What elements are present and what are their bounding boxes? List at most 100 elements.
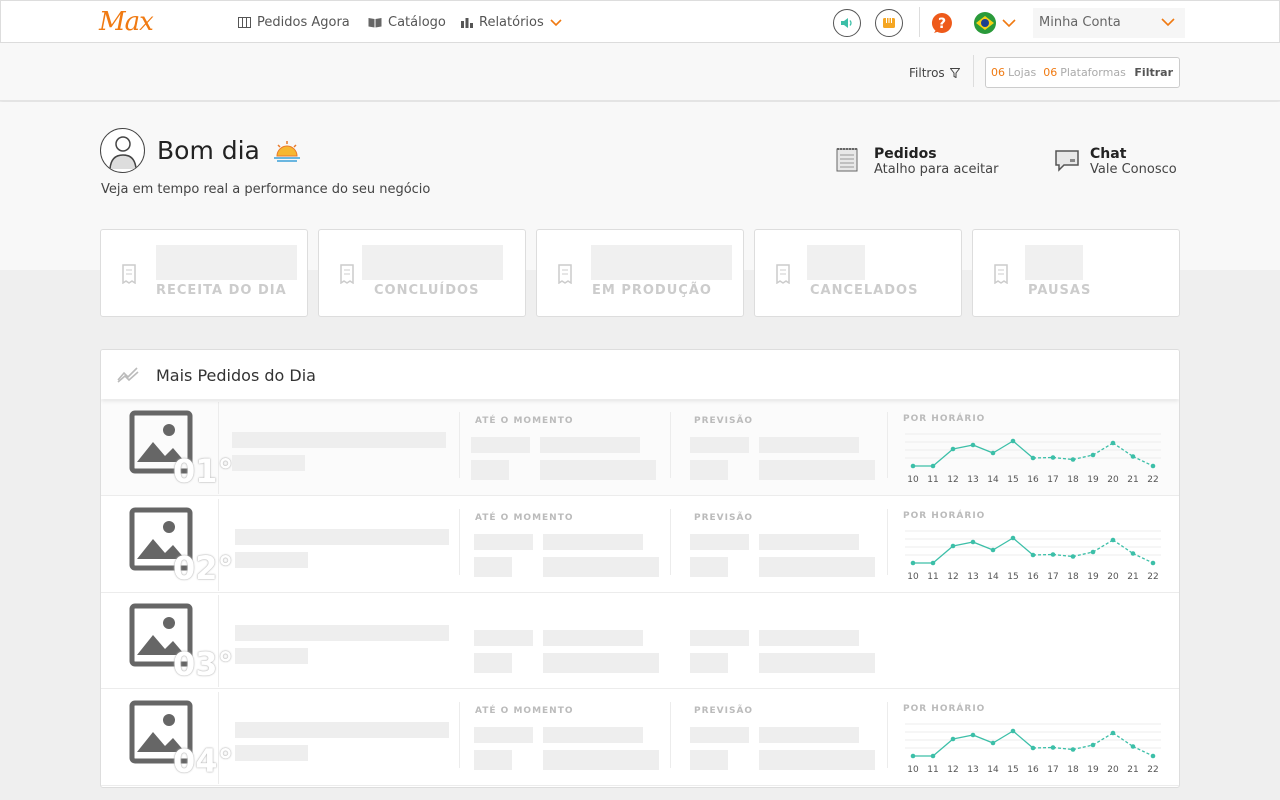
- shortcut-chat[interactable]: Chat Vale Conosco: [1054, 146, 1177, 177]
- sunrise-icon: [274, 141, 300, 162]
- sparkline-point: [950, 543, 956, 549]
- stat-card-pausas[interactable]: PAUSAS: [972, 229, 1180, 317]
- sparkline-point: [990, 450, 996, 456]
- hour-tick-label: 12: [947, 572, 958, 582]
- value-placeholder: [156, 245, 297, 280]
- value-placeholder: [362, 245, 503, 280]
- hour-tick-label: 19: [1087, 572, 1099, 582]
- divider: [459, 702, 460, 768]
- value-placeholder: [543, 727, 643, 743]
- chevron-down-icon[interactable]: [1002, 19, 1016, 28]
- language-flag-icon[interactable]: [974, 12, 996, 34]
- value-placeholder: [690, 557, 728, 577]
- hour-tick-label: 22: [1147, 572, 1158, 582]
- speaker-icon: [841, 18, 852, 28]
- stat-card-cancelados[interactable]: CANCELADOS: [754, 229, 962, 317]
- table-row[interactable]: 01° ATÉ O MOMENTO PREVISÃO POR HORÁRIO 10 11 1…: [101, 400, 1179, 496]
- hour-tick-label: 21: [1127, 765, 1138, 775]
- stat-card-receita[interactable]: RECEITA DO DIA: [100, 229, 308, 317]
- product-thumbnail: 04°: [103, 692, 234, 784]
- product-thumbnail: 02°: [103, 499, 234, 591]
- sparkline-point: [930, 560, 936, 566]
- product-name-placeholder: [235, 529, 449, 545]
- hour-tick-label: 18: [1067, 572, 1079, 582]
- table-row[interactable]: 04° ATÉ O MOMENTO PREVISÃO POR HORÁRIO 10 11 1…: [101, 690, 1179, 786]
- brand-logo[interactable]: Max: [99, 7, 154, 37]
- shortcut-title: Pedidos: [874, 146, 937, 162]
- sparkline-point: [1130, 454, 1136, 459]
- store-platform-filter[interactable]: 06 Lojas 06 Plataformas Filtrar: [985, 57, 1180, 88]
- sound-button[interactable]: [833, 9, 861, 37]
- value-placeholder: [474, 727, 533, 743]
- sparkline-point: [1050, 552, 1056, 557]
- column-label: PREVISÃO: [694, 416, 754, 426]
- top-navbar: Max Pedidos Agora Catálogo Relatórios ? …: [0, 0, 1280, 43]
- sparkline-segment: [992, 440, 1014, 454]
- value-placeholder: [759, 437, 859, 453]
- store-button[interactable]: [875, 9, 903, 37]
- rank-label: 01°: [173, 452, 234, 490]
- platforms-count: 06: [1043, 66, 1058, 79]
- stat-card-em-producao[interactable]: EM PRODUÇÃO: [536, 229, 744, 317]
- value-placeholder: [543, 557, 659, 577]
- sparkline-segment: [1092, 442, 1114, 456]
- sparkline-point: [930, 463, 936, 469]
- hourly-sparkline: 10 11 12 13 14 15 16 17 18 19 20 21 22: [905, 530, 1161, 582]
- sparkline-point: [1070, 747, 1076, 752]
- value-placeholder: [543, 630, 643, 646]
- sparkline-segment: [972, 444, 994, 454]
- top-orders-panel: Mais Pedidos do Dia 01° ATÉ O MOMENTO PREV…: [100, 349, 1180, 788]
- notepad-icon: [836, 148, 858, 172]
- hour-tick-label: 13: [967, 475, 978, 485]
- hour-tick-label: 18: [1067, 765, 1079, 775]
- nav-relatorios[interactable]: Relatórios: [461, 15, 562, 30]
- sparkline-point: [950, 446, 956, 452]
- sparkline-point: [1030, 745, 1036, 751]
- table-row[interactable]: 02° ATÉ O MOMENTO PREVISÃO POR HORÁRIO 10 11 1…: [101, 497, 1179, 593]
- value-placeholder: [759, 557, 875, 577]
- table-row[interactable]: 03°: [101, 593, 1179, 689]
- hour-tick-label: 19: [1087, 475, 1099, 485]
- value-placeholder: [471, 460, 509, 480]
- hour-tick-label: 21: [1127, 572, 1138, 582]
- sparkline-point: [990, 740, 996, 746]
- sparkline-point: [1110, 440, 1116, 446]
- product-thumbnail: 01°: [103, 402, 234, 494]
- sparkline-segment: [952, 541, 974, 547]
- filters-toggle[interactable]: Filtros: [909, 66, 960, 80]
- sparkline-point: [1110, 730, 1116, 736]
- nav-catalogo[interactable]: Catálogo: [368, 15, 446, 30]
- hour-tick-label: 11: [927, 765, 938, 775]
- apply-filter-button[interactable]: Filtrar: [1134, 66, 1173, 79]
- nav-label: Catálogo: [388, 15, 446, 30]
- panel-title: Mais Pedidos do Dia: [156, 366, 316, 385]
- stat-card-concluidos[interactable]: CONCLUÍDOS: [318, 229, 526, 317]
- value-placeholder: [540, 437, 640, 453]
- sparkline-segment: [972, 541, 994, 551]
- help-icon[interactable]: ?: [931, 12, 953, 34]
- value-placeholder: [759, 630, 859, 646]
- sparkline-point: [970, 539, 976, 545]
- stat-label: CONCLUÍDOS: [374, 283, 480, 298]
- product-thumbnail: 03°: [103, 595, 234, 687]
- sparkline-segment: [1092, 732, 1114, 746]
- stores-count: 06: [991, 66, 1005, 79]
- stat-label: RECEITA DO DIA: [156, 283, 287, 298]
- hour-tick-label: 17: [1047, 572, 1058, 582]
- divider: [919, 7, 920, 37]
- value-placeholder: [474, 750, 512, 770]
- hour-tick-label: 12: [947, 475, 958, 485]
- hour-tick-label: 10: [907, 475, 919, 485]
- product-detail-placeholder: [235, 648, 308, 664]
- stat-label: EM PRODUÇÃO: [592, 283, 712, 298]
- hour-tick-label: 14: [987, 475, 999, 485]
- receipt-icon: [340, 264, 354, 284]
- sparkline-point: [1090, 742, 1096, 748]
- value-placeholder: [690, 534, 749, 550]
- sparkline-point: [1010, 438, 1016, 444]
- shortcut-pedidos[interactable]: Pedidos Atalho para aceitar: [836, 146, 998, 177]
- account-menu[interactable]: Minha Conta: [1033, 8, 1185, 38]
- panel-header: Mais Pedidos do Dia: [101, 350, 1179, 399]
- filters-label: Filtros: [909, 66, 945, 80]
- nav-pedidos-agora[interactable]: Pedidos Agora: [238, 15, 350, 30]
